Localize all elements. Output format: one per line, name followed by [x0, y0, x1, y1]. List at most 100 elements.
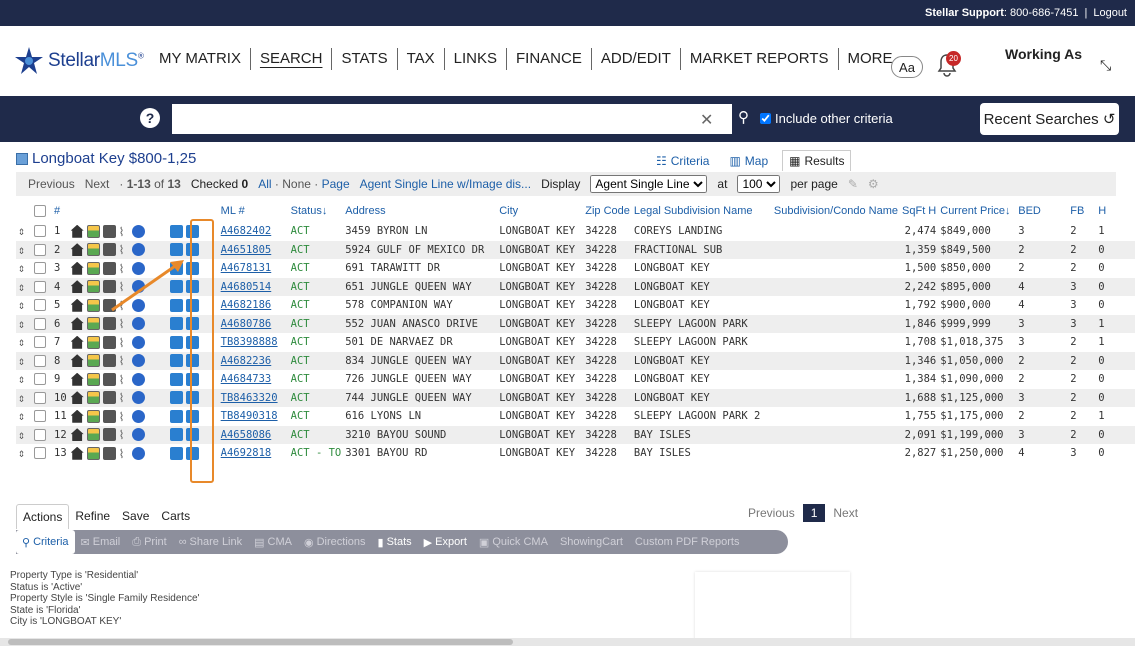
tab-actions[interactable]: Actions — [16, 504, 70, 529]
display-name-link[interactable]: Agent Single Line w/Image dis... — [360, 177, 531, 191]
photo-icon[interactable] — [86, 391, 100, 405]
nav-links[interactable]: LINKS — [445, 48, 508, 70]
nav-market-reports[interactable]: MARKET REPORTS — [681, 48, 839, 70]
col-fb[interactable]: FB — [1068, 200, 1096, 222]
attachment-icon[interactable]: ⌇ — [119, 428, 129, 442]
row-checkbox[interactable] — [32, 444, 52, 463]
tax-record-icon[interactable] — [169, 354, 183, 368]
tab-save[interactable]: Save — [116, 504, 155, 529]
ml-number[interactable]: TB8490318 — [218, 407, 289, 426]
property-icon[interactable] — [70, 280, 84, 294]
col-current-price[interactable]: Current Price↓ — [938, 200, 1016, 222]
cma-action[interactable]: ▤ CMA — [248, 530, 298, 554]
table-row[interactable]: ⇕ 12 ⌇ A4658086 ACT 3210 BAYOU SOUND LONGBOAT … — [16, 425, 1135, 444]
search-input[interactable] — [172, 104, 732, 134]
ml-number[interactable]: A4682402 — [218, 222, 289, 241]
property-icon[interactable] — [70, 372, 84, 386]
per-page-select[interactable]: 100 — [737, 175, 781, 193]
ml-number[interactable]: A4684733 — [218, 370, 289, 389]
tax-record-icon[interactable] — [169, 224, 183, 238]
photo-icon[interactable] — [86, 428, 100, 442]
row-checkbox[interactable] — [32, 277, 52, 296]
tax-record-icon[interactable] — [169, 391, 183, 405]
edit-icon[interactable]: ✎ — [848, 177, 858, 191]
include-criteria-checkbox[interactable] — [760, 113, 771, 124]
nav-stats[interactable]: STATS — [332, 48, 398, 70]
photo-icon[interactable] — [86, 335, 100, 349]
nav-tax[interactable]: TAX — [398, 48, 445, 70]
attachment-icon[interactable]: ⌇ — [119, 317, 129, 331]
document-icon[interactable] — [102, 317, 116, 331]
property-icon[interactable] — [70, 391, 84, 405]
ml-number[interactable]: A4692818 — [218, 444, 289, 463]
col-legal-subdivision[interactable]: Legal Subdivision Name — [632, 200, 772, 222]
property-icon[interactable] — [70, 298, 84, 312]
drag-handle-icon[interactable]: ⇕ — [16, 425, 32, 444]
map-marker-icon[interactable] — [131, 354, 145, 368]
tab-carts[interactable]: Carts — [155, 504, 196, 529]
ml-number[interactable]: A4680786 — [218, 314, 289, 333]
col-ml-number[interactable]: ML # — [219, 200, 289, 222]
document-icon[interactable] — [102, 354, 116, 368]
attachment-icon[interactable]: ⌇ — [119, 391, 129, 405]
property-icon[interactable] — [70, 243, 84, 257]
export-action[interactable]: ▶ Export — [418, 530, 473, 554]
document-icon[interactable] — [102, 428, 116, 442]
row-checkbox[interactable] — [32, 259, 52, 278]
tax-record-icon[interactable] — [169, 409, 183, 423]
search-icon[interactable]: ⚲ — [738, 108, 749, 126]
ml-number[interactable]: A4682236 — [218, 351, 289, 370]
drag-handle-icon[interactable]: ⇕ — [16, 259, 32, 278]
row-checkbox[interactable] — [32, 333, 52, 352]
property-icon[interactable] — [70, 261, 84, 275]
photo-icon[interactable] — [86, 317, 100, 331]
settings-icon[interactable]: ⚙ — [868, 177, 879, 191]
showing-cart-action[interactable]: ShowingCart — [554, 530, 629, 554]
col-number[interactable]: # — [52, 200, 69, 222]
ml-number[interactable]: A4658086 — [218, 425, 289, 444]
nav-add-edit[interactable]: ADD/EDIT — [592, 48, 681, 70]
document-icon[interactable] — [102, 372, 116, 386]
include-criteria-toggle[interactable]: Include other criteria — [760, 111, 893, 126]
attachment-icon[interactable]: ⌇ — [119, 410, 129, 424]
photo-icon[interactable] — [86, 280, 100, 294]
map-marker-icon[interactable] — [131, 335, 145, 349]
drag-handle-icon[interactable]: ⇕ — [16, 351, 32, 370]
bottom-previous[interactable]: Previous — [748, 506, 795, 520]
share-link-action[interactable]: ∞ Share Link — [173, 530, 248, 554]
drag-handle-icon[interactable]: ⇕ — [16, 222, 32, 241]
stellar-mls-logo[interactable]: StellarMLS® — [14, 46, 144, 76]
map-marker-icon[interactable] — [131, 409, 145, 423]
select-none-link[interactable]: None — [282, 177, 311, 191]
photo-icon[interactable] — [86, 243, 100, 257]
tax-record-icon[interactable] — [169, 428, 183, 442]
print-action[interactable]: ⎙ Print — [126, 530, 172, 554]
map-marker-icon[interactable] — [131, 446, 145, 460]
table-row[interactable]: ⇕ 7 ⌇ TB8398888 ACT 501 DE NARVAEZ DR LONGBOAT… — [16, 333, 1135, 352]
bottom-next[interactable]: Next — [833, 506, 858, 520]
nav-search[interactable]: SEARCH — [251, 48, 333, 70]
document-icon[interactable] — [102, 391, 116, 405]
drag-handle-icon[interactable]: ⇕ — [16, 444, 32, 463]
quick-cma-action[interactable]: ▣ Quick CMA — [473, 530, 554, 554]
photo-icon[interactable] — [86, 372, 100, 386]
photo-icon[interactable] — [86, 409, 100, 423]
photo-icon[interactable] — [86, 261, 100, 275]
photo-icon[interactable] — [86, 224, 100, 238]
property-icon[interactable] — [70, 428, 84, 442]
display-select[interactable]: Agent Single Line — [590, 175, 708, 193]
ml-number[interactable]: A4682186 — [218, 296, 289, 315]
ml-number[interactable]: A4680514 — [218, 277, 289, 296]
recent-searches-button[interactable]: Recent Searches ↺ — [980, 103, 1119, 135]
row-checkbox[interactable] — [32, 370, 52, 389]
directions-action[interactable]: ◉ Directions — [298, 530, 372, 554]
photo-icon[interactable] — [86, 354, 100, 368]
tab-criteria[interactable]: ☷ Criteria — [650, 150, 715, 171]
tab-results[interactable]: ▦ Results — [782, 150, 852, 171]
photo-icon[interactable] — [86, 446, 100, 460]
property-icon[interactable] — [70, 446, 84, 460]
table-row[interactable]: ⇕ 13 ⌇ A4692818 ACT - TO 3301 BAYOU RD LONGBOA… — [16, 444, 1135, 463]
ml-number[interactable]: A4651805 — [218, 240, 289, 259]
ml-number[interactable]: TB8398888 — [218, 333, 289, 352]
clear-search-icon[interactable]: ✕ — [700, 110, 713, 130]
